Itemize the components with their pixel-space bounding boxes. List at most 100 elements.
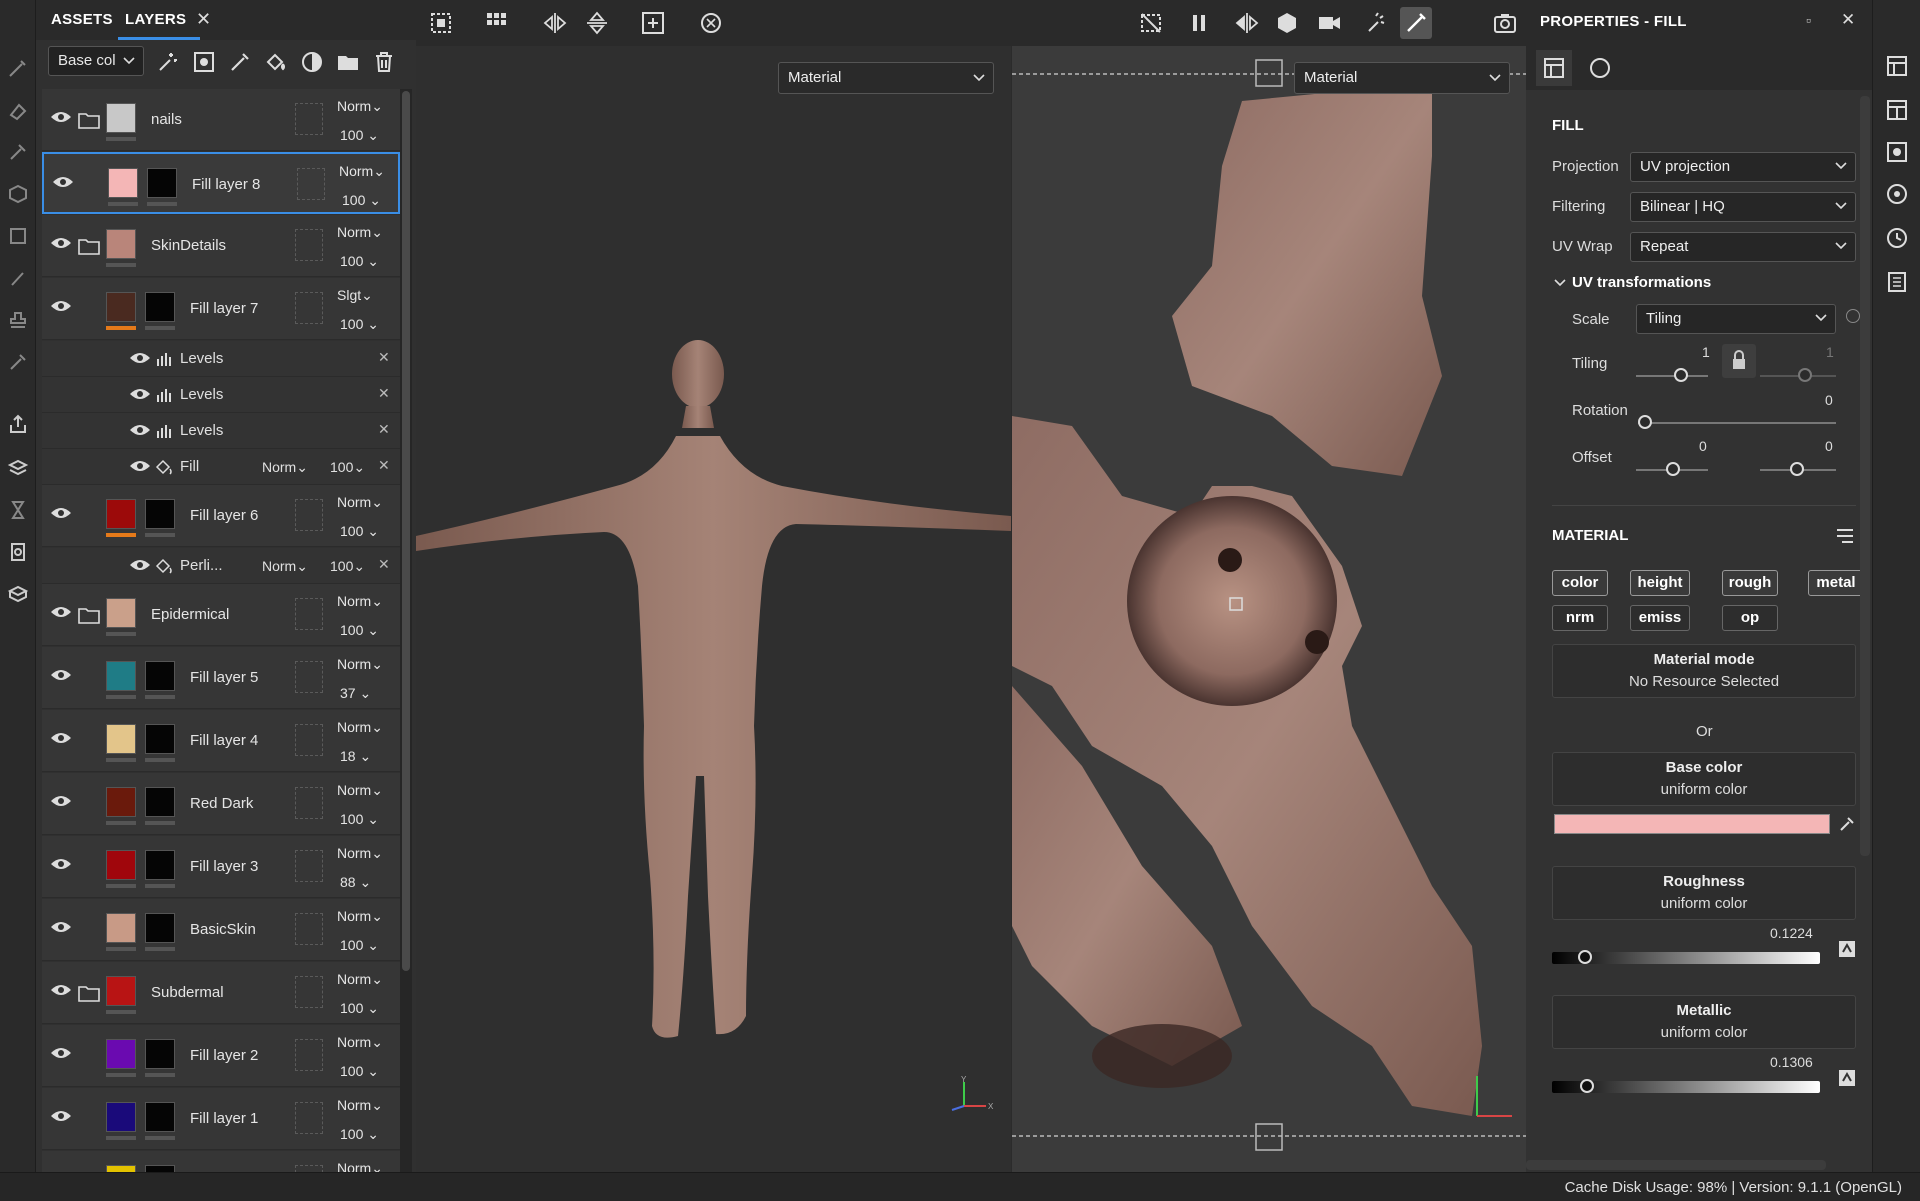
scale-select[interactable]: Tiling [1636,304,1836,334]
layer-name[interactable]: Fill layer 7 [190,300,258,317]
layer-row[interactable]: SkinDetails Norm⌄ 100 ⌄ [42,215,400,277]
delete-layer-icon[interactable] [372,50,396,74]
channel-chip-emiss[interactable]: emiss [1630,605,1690,631]
viewport-3d[interactable]: Material Y X [416,46,1011,1172]
layer-row[interactable]: Fill layer 1 Norm⌄ 100 ⌄ [42,1088,400,1150]
layer-mask-thumbnail[interactable] [145,1102,175,1132]
layer-mask-thumbnail[interactable] [145,724,175,754]
layer-mask-thumbnail[interactable] [145,913,175,943]
layer-opacity[interactable]: 100 ⌄ [340,937,379,954]
display-settings-icon[interactable] [4,580,32,608]
layer-row[interactable]: Epidermical Norm⌄ 100 ⌄ [42,584,400,646]
layer-mask-drop-slot[interactable] [295,598,323,630]
layer-blend-mode[interactable]: Norm⌄ [337,782,383,799]
close-properties-icon[interactable]: ✕ [1841,10,1855,30]
effect-visibility-eye-icon[interactable] [129,387,151,401]
layer-blend-mode[interactable]: Norm⌄ [337,98,383,115]
visibility-eye-icon[interactable] [50,731,72,745]
bake-icon[interactable] [4,454,32,482]
channel-chip-rough[interactable]: rough [1722,570,1778,596]
tab-material-icon[interactable] [1582,50,1618,86]
smudge-icon[interactable] [4,222,32,250]
offset-v-value[interactable]: 0 [1825,438,1833,454]
layers-scroll-thumb[interactable] [402,91,410,971]
roughness-button[interactable]: Roughness uniform color [1552,866,1856,920]
layers-scrollbar[interactable] [400,89,412,1172]
effect-row[interactable]: Perli... Norm⌄ 100⌄ ✕ [42,548,400,584]
layer-opacity[interactable]: 100 ⌄ [340,811,379,828]
channel-select[interactable]: Base col [48,46,144,76]
effect-blend-mode[interactable]: Norm⌄ [262,459,308,476]
remove-effect-icon[interactable]: ✕ [378,457,390,474]
layer-opacity[interactable]: 100 ⌄ [340,622,379,639]
tiling-u-slider[interactable] [1636,375,1708,377]
layer-mask-thumbnail[interactable] [145,787,175,817]
fit-view-icon[interactable] [640,10,666,36]
layer-row[interactable]: Fill layer 7 Slgt⌄ 100 ⌄ [42,278,400,340]
layer-mask-thumbnail[interactable] [145,661,175,691]
undock-icon[interactable]: ▫ [1806,12,1811,28]
offset-u-knob[interactable] [1666,462,1680,476]
layer-mask-drop-slot[interactable] [295,976,323,1008]
layer-row[interactable]: Fill layer 3 Norm⌄ 88 ⌄ [42,836,400,898]
effect-row[interactable]: Levels ✕ [42,413,400,449]
viewport-3d-mode-select[interactable]: Material [778,62,994,94]
layer-row[interactable]: Fill layer 8 Norm⌄ 100 ⌄ [42,152,400,214]
layer-name[interactable]: Red Dark [190,795,253,812]
tab-settings-icon[interactable] [1536,50,1572,86]
eraser-icon[interactable] [4,96,32,124]
layer-thumbnail[interactable] [106,787,136,817]
history-icon[interactable] [1885,226,1909,250]
layer-blend-mode[interactable]: Norm⌄ [337,1097,383,1114]
log-icon[interactable] [1885,270,1909,294]
layer-mask-thumbnail[interactable] [145,292,175,322]
visibility-eye-icon[interactable] [50,1109,72,1123]
effect-opacity[interactable]: 100⌄ [330,459,365,476]
visibility-eye-icon[interactable] [50,299,72,313]
metallic-value[interactable]: 0.1306 [1770,1054,1813,1070]
object-icon[interactable] [1274,10,1300,36]
lighting-icon[interactable] [1364,10,1390,36]
visibility-eye-icon[interactable] [50,506,72,520]
reset-view-icon[interactable] [698,10,724,36]
metallic-knob[interactable] [1580,1079,1594,1093]
scale-link-icon[interactable] [1846,309,1860,323]
remove-effect-icon[interactable]: ✕ [378,349,390,366]
menu-icon[interactable] [1836,528,1854,544]
tiling-u-value[interactable]: 1 [1702,344,1710,360]
layer-row[interactable]: Red Dark Norm⌄ 100 ⌄ [42,773,400,835]
layer-opacity[interactable]: 100 ⌄ [340,1000,379,1017]
roughness-slider[interactable] [1552,952,1820,964]
viewport-2d[interactable]: Material [1012,46,1526,1172]
rotation-value[interactable]: 0 [1825,392,1833,408]
hourglass-icon[interactable] [4,496,32,524]
base-color-swatch[interactable] [1554,814,1830,834]
layer-opacity[interactable]: 18 ⌄ [340,748,371,765]
layer-thumbnail[interactable] [106,499,136,529]
add-paint-layer-icon[interactable] [228,50,252,74]
layer-name[interactable]: Fill layer 8 [192,176,260,193]
layer-opacity[interactable]: 88 ⌄ [340,874,371,891]
visibility-eye-icon[interactable] [50,794,72,808]
tab-assets[interactable]: ASSETS [51,11,113,28]
layer-thumbnail[interactable] [106,913,136,943]
effect-visibility-eye-icon[interactable] [129,558,151,572]
layer-mask-drop-slot[interactable] [295,229,323,261]
effect-visibility-eye-icon[interactable] [129,459,151,473]
layer-mask-drop-slot[interactable] [295,499,323,531]
tiling-v-value[interactable]: 1 [1826,344,1834,360]
projection-select[interactable]: UV projection [1630,152,1856,182]
effect-visibility-eye-icon[interactable] [129,423,151,437]
layer-row[interactable]: Fill layer 4 Norm⌄ 18 ⌄ [42,710,400,772]
layer-thumbnail[interactable] [106,1039,136,1069]
layer-mask-thumbnail[interactable] [145,1165,175,1172]
close-tab-icon[interactable]: ✕ [196,9,211,30]
layer-opacity[interactable]: 100 ⌄ [340,1126,379,1143]
properties-scrollbar[interactable] [1860,96,1870,856]
layer-opacity[interactable]: 100 ⌄ [340,253,379,270]
layer-thumbnail[interactable] [106,661,136,691]
add-fill-layer-icon[interactable] [264,50,288,74]
effect-blend-mode[interactable]: Norm⌄ [262,558,308,575]
selection-icon[interactable] [428,10,454,36]
uv-transformations-title[interactable]: UV transformations [1572,274,1711,291]
